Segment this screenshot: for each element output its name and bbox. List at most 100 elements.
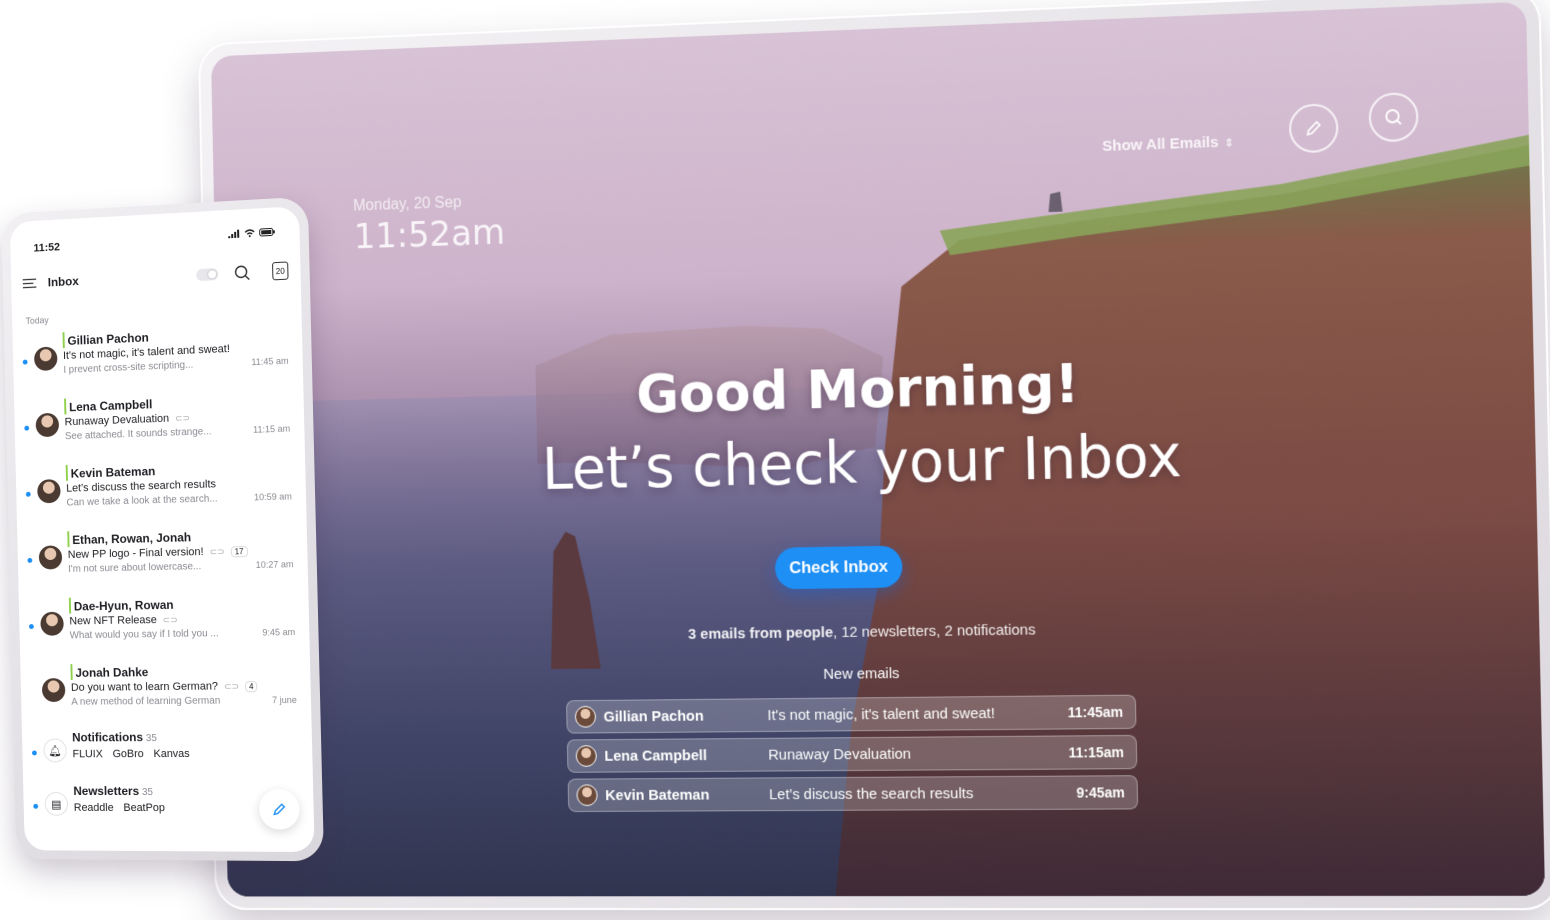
- avatar: [38, 545, 63, 570]
- app-gobro: GoBro: [112, 748, 144, 761]
- avatar: [35, 412, 60, 438]
- app-fluix: FLUIX: [72, 748, 103, 761]
- list-item[interactable]: Lena Campbell Runaway Devaluation ⊂⊃ See …: [14, 389, 305, 466]
- unread-dot: [28, 624, 34, 630]
- message-subject-row: New NFT Release ⊂⊃: [69, 612, 295, 628]
- avatar: [574, 705, 597, 728]
- filter-toggle[interactable]: [196, 267, 219, 282]
- group-count: 35: [141, 787, 154, 799]
- avatar: [40, 611, 64, 636]
- email-row[interactable]: Kevin Bateman Let’s discuss the search r…: [567, 775, 1139, 813]
- summary-people: 3 emails from people: [688, 624, 834, 643]
- avatar: [575, 745, 597, 767]
- status-icons: [228, 228, 275, 239]
- message-preview-row: What would you say if I told you ... 9:45…: [70, 627, 296, 641]
- pencil-icon: [271, 801, 288, 817]
- summary-rest: , 12 newsletters, 2 notifications: [832, 621, 1036, 642]
- avatar: [33, 346, 58, 372]
- phone-screen: 11:52 Inbox 20 Today Gillian Pachon It's…: [9, 206, 315, 853]
- message-subject: Runaway Devaluation: [64, 412, 170, 429]
- newsletter-icon: ▤: [44, 792, 69, 816]
- message-subject-row: Do you want to learn German? ⊂⊃ 4: [71, 680, 297, 694]
- bell-icon: 🔔︎: [43, 738, 67, 763]
- avatar: [37, 479, 61, 504]
- message-time: 9:45 am: [262, 626, 296, 638]
- message-subject: Let’s discuss the search results: [66, 478, 217, 495]
- chevron-up-down-icon: ⇕: [1224, 137, 1235, 150]
- thread-count-badge: 4: [244, 680, 258, 692]
- battery-icon: [259, 228, 275, 237]
- compose-button[interactable]: [258, 789, 300, 830]
- unread-dot: [25, 491, 31, 497]
- tablet-frame: Monday, 20 Sep 11:52am Show All Emails ⇕ …: [197, 0, 1550, 911]
- message-time: 11:45 am: [251, 355, 289, 368]
- app-beatpop: BeatPop: [123, 802, 165, 815]
- message-preview-row: Can we take a look at the search... 10:59…: [66, 491, 292, 508]
- status-time: 11:52: [33, 241, 61, 255]
- email-time: 9:45am: [1076, 784, 1125, 801]
- pencil-icon: [1303, 118, 1324, 139]
- message-preview-row: I'm not sure about lowercase... 10:27 am: [68, 559, 294, 575]
- new-emails-list: Gillian Pachon It's not magic, it's tale…: [566, 694, 1139, 818]
- page-title: Inbox: [47, 274, 79, 290]
- search-icon: [1383, 107, 1404, 128]
- group-count: 35: [145, 733, 158, 745]
- message-sender: Jonah Dahke: [70, 661, 297, 680]
- unread-dot: [33, 803, 39, 809]
- message-sender: Dae-Hyun, Rowan: [68, 593, 295, 614]
- app-kanvas: Kanvas: [153, 747, 190, 761]
- thread-count-badge: 17: [230, 545, 248, 557]
- email-sender: Lena Campbell: [604, 746, 708, 765]
- list-item[interactable]: Kevin Bateman Let’s discuss the search r…: [16, 457, 307, 532]
- email-row[interactable]: Gillian Pachon It's not magic, it's tale…: [566, 694, 1137, 734]
- group-apps: FLUIX GoBro Kanvas: [72, 747, 312, 761]
- clock-label: 11:52am: [353, 212, 506, 258]
- group-title: Newsletters: [73, 784, 140, 799]
- calendar-button[interactable]: 20: [272, 261, 289, 281]
- message-preview: What would you say if I told you ...: [69, 628, 219, 642]
- message-time: 7 june: [271, 694, 297, 706]
- group-title-row: Notifications 35: [72, 729, 312, 744]
- message-subject: New PP logo - Final version!: [67, 545, 204, 562]
- date-label: Monday, 20 Sep: [353, 194, 462, 215]
- message-time: 11:15 am: [252, 423, 291, 435]
- message-preview: I'm not sure about lowercase...: [68, 561, 202, 575]
- message-time: 10:27 am: [255, 559, 294, 571]
- attachment-icon: ⊂⊃: [209, 545, 225, 557]
- message-preview: A new method of learning German: [71, 695, 221, 708]
- email-sender: Kevin Bateman: [605, 786, 710, 804]
- notifications-group[interactable]: 🔔︎ Notifications 35 FLUIX GoBro Kanvas: [22, 729, 313, 784]
- tablet-device: Monday, 20 Sep 11:52am Show All Emails ⇕ …: [197, 0, 1550, 911]
- avatar: [576, 784, 598, 807]
- email-time: 11:15am: [1068, 744, 1125, 761]
- section-label: Today: [25, 315, 49, 327]
- avatar: [41, 678, 66, 703]
- message-preview: Can we take a look at the search...: [66, 493, 218, 509]
- attachment-icon: ⊂⊃: [174, 412, 191, 423]
- list-item[interactable]: Ethan, Rowan, Jonah New PP logo - Final …: [17, 525, 308, 598]
- list-item[interactable]: Gillian Pachon It's not magic, it's tale…: [13, 322, 304, 401]
- message-subject: New NFT Release: [69, 614, 158, 628]
- inbox-header: Inbox 20: [23, 257, 289, 296]
- unread-dot: [31, 750, 37, 756]
- email-row[interactable]: Lena Campbell Runaway Devaluation 11:15a…: [566, 734, 1138, 773]
- message-subject: Do you want to learn German?: [70, 680, 219, 694]
- message-preview: I prevent cross-site scripting...: [63, 359, 194, 376]
- attachment-icon: ⊂⊃: [223, 680, 240, 691]
- list-item[interactable]: Jonah Dahke Do you want to learn German?…: [20, 661, 311, 731]
- search-icon[interactable]: [234, 264, 250, 281]
- email-subject: Runaway Devaluation: [768, 745, 912, 764]
- check-inbox-button[interactable]: Check Inbox: [774, 545, 903, 590]
- signal-icon: [228, 229, 240, 239]
- tablet-screen: Monday, 20 Sep 11:52am Show All Emails ⇕ …: [211, 1, 1546, 897]
- phone-frame: 11:52 Inbox 20 Today Gillian Pachon It's…: [1, 196, 325, 862]
- list-item[interactable]: Dae-Hyun, Rowan New NFT Release ⊂⊃ What w…: [19, 593, 310, 664]
- email-sender: Gillian Pachon: [603, 707, 704, 725]
- message-list: Gillian Pachon It's not magic, it's tale…: [13, 322, 315, 839]
- menu-icon[interactable]: [23, 278, 37, 289]
- unread-dot: [27, 557, 33, 563]
- group-title: Notifications: [71, 730, 144, 745]
- app-readdle: Readdle: [73, 801, 114, 814]
- attachment-icon: ⊂⊃: [162, 614, 178, 625]
- message-preview: See attached. It sounds strange...: [64, 426, 212, 443]
